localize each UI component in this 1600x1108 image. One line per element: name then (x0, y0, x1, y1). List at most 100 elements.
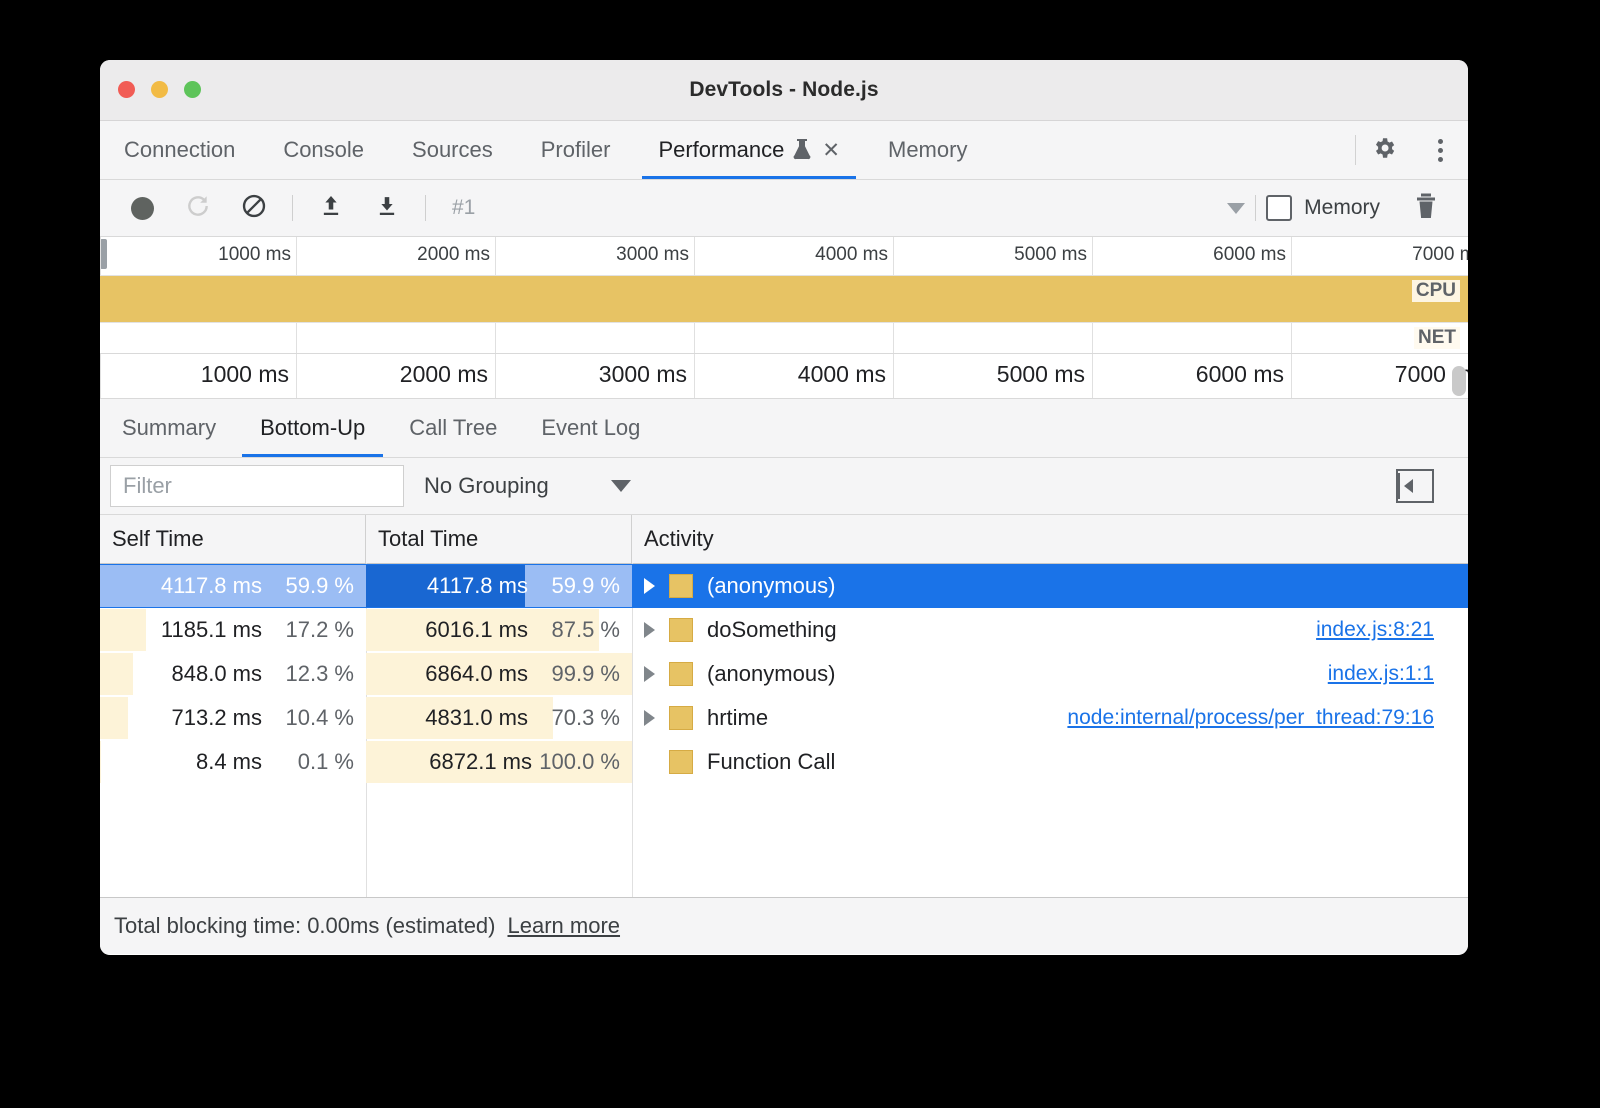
ruler-tick: 3000 ms (495, 237, 695, 275)
toolbar-divider-2 (425, 195, 426, 221)
save-profile-button[interactable] (359, 188, 415, 228)
upload-arrow-icon (318, 193, 344, 224)
reload-and-record-button[interactable] (170, 188, 226, 228)
self-time-pct: 12.3 % (262, 661, 354, 687)
window-title: DevTools - Node.js (100, 78, 1468, 102)
net-overview-band[interactable]: NET (100, 322, 1468, 353)
table-row[interactable]: 4117.8 ms 59.9 % 4117.8 ms 59.9 % (anony… (100, 564, 1468, 608)
ruler-tick: 7000 ms (1291, 237, 1468, 275)
ruler-tick: 5000 ms (893, 354, 1093, 398)
ruler-tick: 4000 ms (694, 354, 894, 398)
ruler-tick: 5000 ms (893, 237, 1093, 275)
clear-button[interactable] (226, 188, 282, 228)
gear-icon (1371, 135, 1397, 166)
close-icon[interactable]: ✕ (822, 140, 840, 161)
expand-arrow-icon[interactable] (644, 622, 655, 638)
ruler-tick: 3000 ms (495, 354, 695, 398)
tab-event-log[interactable]: Event Log (519, 399, 662, 457)
toolbar-divider-3 (1255, 195, 1256, 221)
total-time-pct: 99.9 % (528, 661, 620, 687)
record-circle-icon (131, 197, 154, 220)
cell-activity: (anonymous) (632, 564, 1468, 608)
activity-color-swatch (669, 706, 693, 730)
tab-label: Sources (412, 137, 493, 163)
learn-more-link[interactable]: Learn more (508, 913, 621, 939)
filter-input[interactable]: Filter (110, 465, 404, 507)
tab-profiler[interactable]: Profiler (517, 121, 635, 179)
table-row[interactable]: 1185.1 ms 17.2 % 6016.1 ms 87.5 % doSome… (100, 608, 1468, 652)
activity-name: doSomething (707, 617, 837, 643)
column-header-total-time[interactable]: Total Time (366, 515, 632, 563)
memory-checkbox[interactable] (1266, 195, 1292, 221)
total-time-ms: 4117.8 ms (427, 573, 528, 599)
flask-icon (793, 138, 811, 163)
timeline-overview[interactable]: 1000 ms 2000 ms 3000 ms 4000 ms 5000 ms … (100, 237, 1468, 399)
table-row[interactable]: 713.2 ms 10.4 % 4831.0 ms 70.3 % hrtime … (100, 696, 1468, 740)
activity-color-swatch (669, 618, 693, 642)
total-time-pct: 70.3 % (528, 705, 620, 731)
show-sidebar-icon[interactable] (1396, 469, 1434, 503)
performance-toolbar: #1 Memory (100, 180, 1468, 237)
tab-label: Bottom-Up (260, 415, 365, 441)
profile-selector-label[interactable]: #1 (452, 196, 475, 220)
tab-connection[interactable]: Connection (100, 121, 259, 179)
activity-color-swatch (669, 662, 693, 686)
self-time-pct: 10.4 % (262, 705, 354, 731)
tab-summary[interactable]: Summary (100, 399, 238, 457)
expand-arrow-icon[interactable] (644, 710, 655, 726)
ruler-tick: 4000 ms (694, 237, 894, 275)
cell-self-time: 4117.8 ms 59.9 % (100, 564, 366, 608)
source-link[interactable]: index.js:8:21 (1316, 618, 1434, 642)
ruler-tick: 6000 ms (1092, 237, 1292, 275)
tab-performance[interactable]: Performance ✕ (634, 121, 864, 179)
bottom-up-table: Self Time Total Time Activity 4117.8 ms … (100, 515, 1468, 897)
cell-total-time: 4117.8 ms 59.9 % (366, 564, 632, 608)
total-time-pct: 100.0 % (532, 749, 620, 775)
tab-memory[interactable]: Memory (864, 121, 991, 179)
tab-call-tree[interactable]: Call Tree (387, 399, 519, 457)
expand-arrow-icon[interactable] (644, 578, 655, 594)
table-row[interactable]: 8.4 ms 0.1 % 6872.1 ms 100.0 % Function … (100, 740, 1468, 784)
tab-label: Connection (124, 137, 235, 163)
expand-arrow-icon[interactable] (644, 666, 655, 682)
tab-label: Memory (888, 137, 967, 163)
source-link[interactable]: index.js:1:1 (1328, 662, 1434, 686)
tab-sources[interactable]: Sources (388, 121, 517, 179)
cell-total-time: 6016.1 ms 87.5 % (366, 608, 632, 652)
delete-recording-button[interactable] (1398, 188, 1454, 228)
toolbar-divider (292, 195, 293, 221)
memory-checkbox-label[interactable]: Memory (1304, 196, 1380, 220)
total-time-pct: 87.5 % (528, 617, 620, 643)
column-header-activity[interactable]: Activity (632, 515, 1468, 563)
source-link[interactable]: node:internal/process/per_thread:79:16 (1067, 706, 1434, 730)
tab-bottom-up[interactable]: Bottom-Up (238, 399, 387, 457)
cell-activity: doSomething index.js:8:21 (632, 608, 1468, 652)
title-bar: DevTools - Node.js (100, 60, 1468, 121)
tab-label: Profiler (541, 137, 611, 163)
total-time-ms: 6872.1 ms (429, 749, 532, 775)
table-row[interactable]: 848.0 ms 12.3 % 6864.0 ms 99.9 % (anonym… (100, 652, 1468, 696)
more-options-button[interactable] (1412, 121, 1468, 179)
ruler-tick: 1000 ms (100, 354, 297, 398)
tab-console[interactable]: Console (259, 121, 388, 179)
devtools-window: DevTools - Node.js Connection Console So… (100, 60, 1468, 955)
self-time-ms: 4117.8 ms (161, 573, 262, 599)
ruler-tick: 2000 ms (296, 354, 496, 398)
settings-button[interactable] (1356, 121, 1412, 179)
timeline-scrollbar-thumb[interactable] (1452, 366, 1466, 396)
chevron-down-icon[interactable] (611, 480, 631, 492)
ruler-tick: 1000 ms (100, 237, 297, 275)
self-time-ms: 848.0 ms (172, 661, 263, 687)
record-button[interactable] (114, 188, 170, 228)
cpu-overview-band[interactable]: CPU (100, 276, 1468, 322)
activity-name: (anonymous) (707, 661, 835, 687)
grouping-select-label[interactable]: No Grouping (424, 473, 549, 499)
cell-self-time: 1185.1 ms 17.2 % (100, 608, 366, 652)
tabstrip-spacer (991, 121, 1355, 179)
load-profile-button[interactable] (303, 188, 359, 228)
chevron-down-icon[interactable] (1227, 203, 1245, 214)
tab-label: Performance (658, 137, 784, 163)
column-header-self-time[interactable]: Self Time (100, 515, 366, 563)
total-time-ms: 4831.0 ms (425, 705, 528, 731)
cell-activity: Function Call (632, 740, 1468, 784)
